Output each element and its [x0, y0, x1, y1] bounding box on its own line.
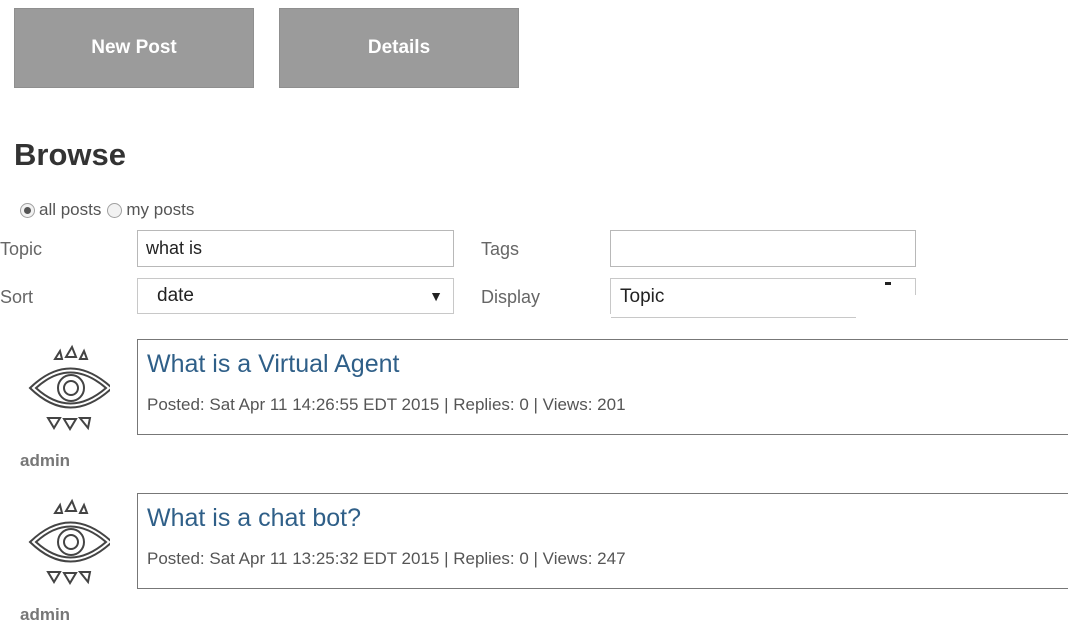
display-select-edge [915, 279, 916, 295]
post-title-link[interactable]: What is a chat bot? [147, 504, 361, 533]
post-author[interactable]: admin [20, 605, 70, 625]
post-author[interactable]: admin [20, 451, 70, 471]
display-select[interactable]: Topic [610, 278, 916, 318]
sort-select[interactable]: date ▼ [137, 278, 454, 314]
display-select-edge [611, 317, 856, 318]
new-post-button[interactable]: New Post [14, 8, 254, 88]
details-button[interactable]: Details [279, 8, 519, 88]
sort-label: Sort [0, 287, 34, 307]
page-title: Browse [14, 137, 126, 172]
post-title-link[interactable]: What is a Virtual Agent [147, 350, 399, 379]
post-item: admin What is a Virtual Agent Posted: Sa… [0, 339, 1068, 479]
tags-input[interactable] [610, 230, 916, 267]
post-filter: all posts my posts [20, 198, 194, 222]
display-selected-value: Topic [620, 285, 665, 307]
topic-input[interactable] [137, 230, 454, 267]
post-card: What is a Virtual Agent Posted: Sat Apr … [137, 339, 1068, 435]
eye-avatar-icon [28, 344, 110, 431]
post-item: admin What is a chat bot? Posted: Sat Ap… [0, 493, 1068, 633]
all-posts-radio[interactable] [20, 202, 35, 218]
post-meta: Posted: Sat Apr 11 14:26:55 EDT 2015 | R… [147, 395, 626, 414]
tags-label: Tags [481, 239, 520, 259]
select-arrow-icon [885, 282, 891, 285]
post-meta: Posted: Sat Apr 11 13:25:32 EDT 2015 | R… [147, 549, 626, 568]
post-card: What is a chat bot? Posted: Sat Apr 11 1… [137, 493, 1068, 589]
topic-label: Topic [0, 239, 43, 259]
my-posts-radio[interactable] [107, 202, 123, 218]
my-posts-label[interactable]: my posts [126, 200, 194, 220]
sort-selected-value: date [157, 285, 194, 306]
display-label: Display [481, 287, 541, 307]
eye-avatar-icon [28, 498, 110, 585]
all-posts-label[interactable]: all posts [39, 200, 101, 220]
triangle-down-icon: ▼ [429, 288, 443, 304]
